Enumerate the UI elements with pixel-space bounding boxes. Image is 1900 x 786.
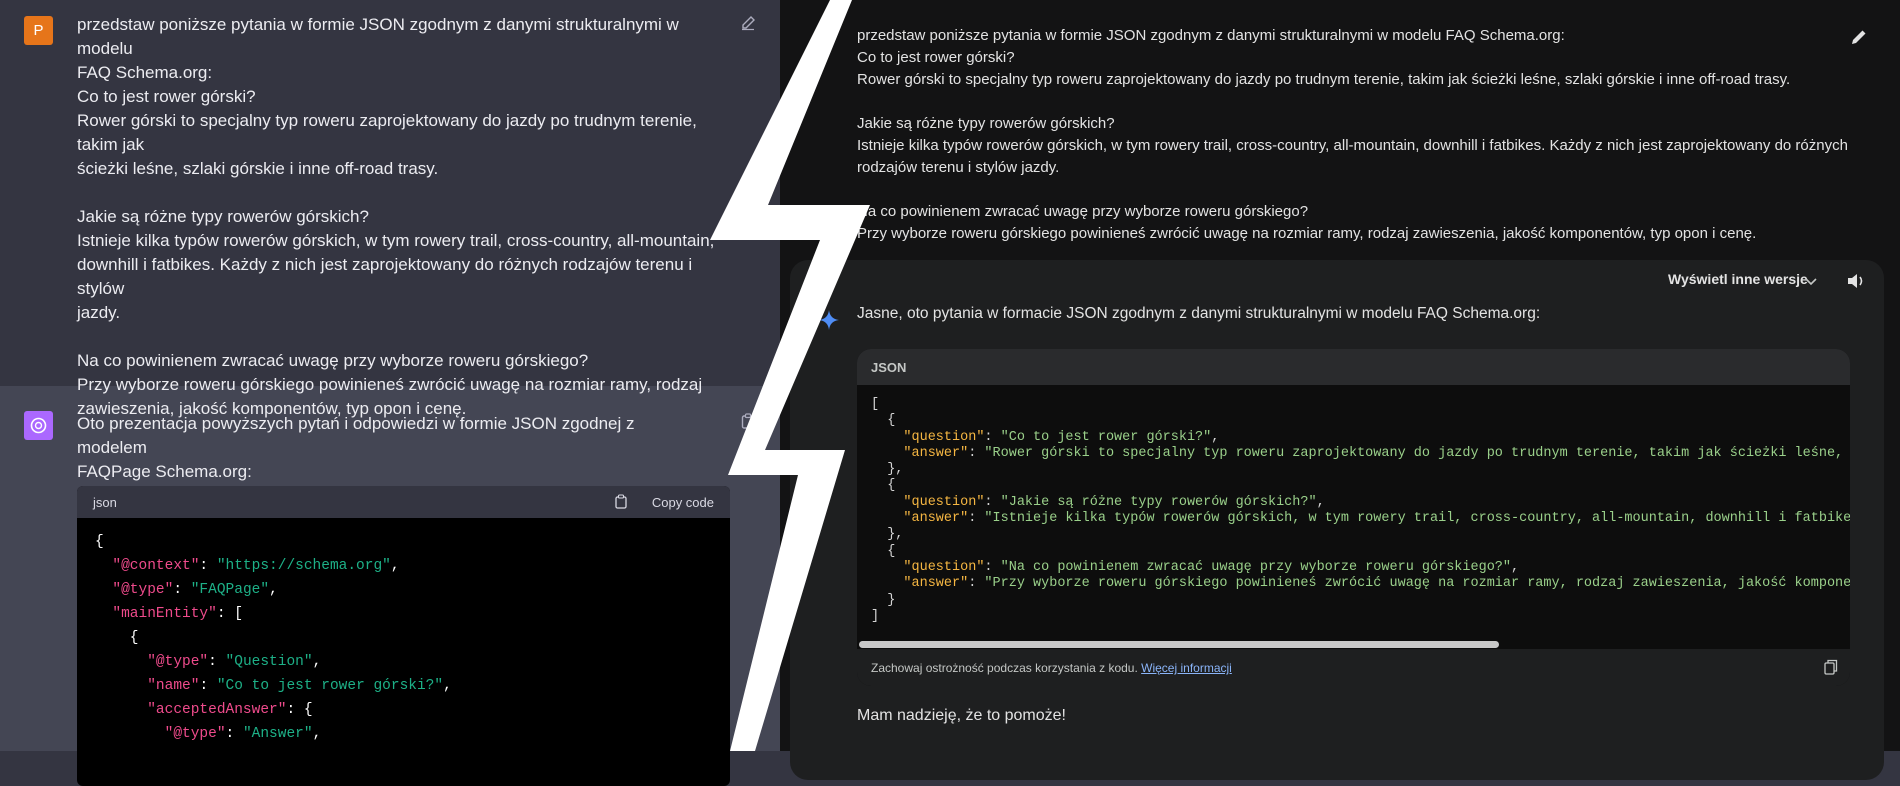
user-avatar: P — [24, 16, 53, 45]
more-info-link[interactable]: Więcej informacji — [1141, 661, 1232, 675]
code-line: } — [871, 592, 896, 608]
code-caution-note: Zachowaj ostrożność podczas korzystania … — [871, 661, 1232, 675]
left-code-header: json Copy code — [77, 486, 730, 518]
code-line: "answer": "Istnieje kilka typów rowerów … — [903, 511, 1850, 527]
left-user-message: przedstaw poniższe pytania w formie JSON… — [77, 15, 715, 418]
chevron-down-icon[interactable] — [1804, 274, 1818, 292]
right-code-header: JSON — [857, 349, 1850, 385]
answer-intro: Jasne, oto pytania w formacie JSON zgodn… — [857, 305, 1541, 322]
right-user-message: przedstaw poniższe pytania w formie JSON… — [857, 27, 1848, 242]
right-code-content: [ { "question": "Co to jest rower górski… — [871, 397, 1850, 625]
code-line: "answer": "Rower górski to specjalny typ… — [903, 445, 1850, 461]
code-line: }, — [871, 462, 904, 478]
code-line: "name": "Co to jest rower górski?", — [147, 678, 452, 694]
speaker-icon[interactable] — [1846, 272, 1866, 295]
code-line: "@type": "Question", — [147, 654, 322, 670]
left-code-content: { "@context": "https://schema.org", "@ty… — [77, 518, 730, 758]
clipboard-icon[interactable] — [741, 413, 755, 434]
copy-icon[interactable] — [615, 494, 628, 512]
code-language-label: json — [93, 495, 117, 510]
left-bot-message: Oto prezentacja powyższych pytań i odpow… — [77, 414, 635, 481]
horizontal-scrollbar[interactable] — [859, 641, 1499, 648]
show-other-versions-button[interactable]: Wyświetl inne wersje — [1668, 271, 1808, 287]
code-line: [ — [871, 397, 880, 412]
edit-icon[interactable] — [740, 15, 756, 36]
edit-pencil-icon[interactable] — [1850, 28, 1868, 51]
code-language-label: JSON — [871, 360, 907, 375]
code-line: ] — [871, 608, 880, 624]
code-line: "mainEntity": [ — [112, 606, 243, 622]
caution-text: Zachowaj ostrożność podczas korzystania … — [871, 661, 1138, 675]
code-line: "question": "Jakie są różne typy rowerów… — [903, 494, 1325, 510]
code-line: "acceptedAnswer": { — [147, 702, 313, 718]
right-code-block: JSON [ { "question": "Co to jest rower g… — [857, 349, 1850, 686]
assistant-avatar — [24, 411, 53, 440]
left-code-block: json Copy code { "@context": "https://sc… — [77, 486, 730, 786]
closing-message: Mam nadzieję, że to pomoże! — [857, 707, 1066, 724]
copy-icon[interactable] — [1824, 659, 1838, 680]
code-line: }, — [871, 527, 904, 543]
code-line: "@context": "https://schema.org", — [112, 558, 400, 574]
code-line: "question": "Na co powinienem zwracać uw… — [903, 559, 1520, 575]
code-line: { — [95, 630, 139, 646]
code-footer: Zachowaj ostrożność podczas korzystania … — [857, 649, 1850, 686]
code-line: { — [95, 534, 104, 550]
code-line: "answer": "Przy wyborze roweru górskiego… — [903, 576, 1850, 592]
copy-code-button[interactable]: Copy code — [652, 495, 714, 510]
code-line: "@type": "Answer", — [164, 726, 322, 742]
code-line: { — [871, 543, 896, 559]
sparkle-icon — [818, 309, 840, 336]
code-line: { — [871, 413, 896, 429]
openai-logo-icon — [30, 417, 47, 434]
code-line: "@type": "FAQPage", — [112, 582, 278, 598]
code-line: "question": "Co to jest rower górski?", — [903, 429, 1220, 445]
code-line: { — [871, 478, 896, 494]
